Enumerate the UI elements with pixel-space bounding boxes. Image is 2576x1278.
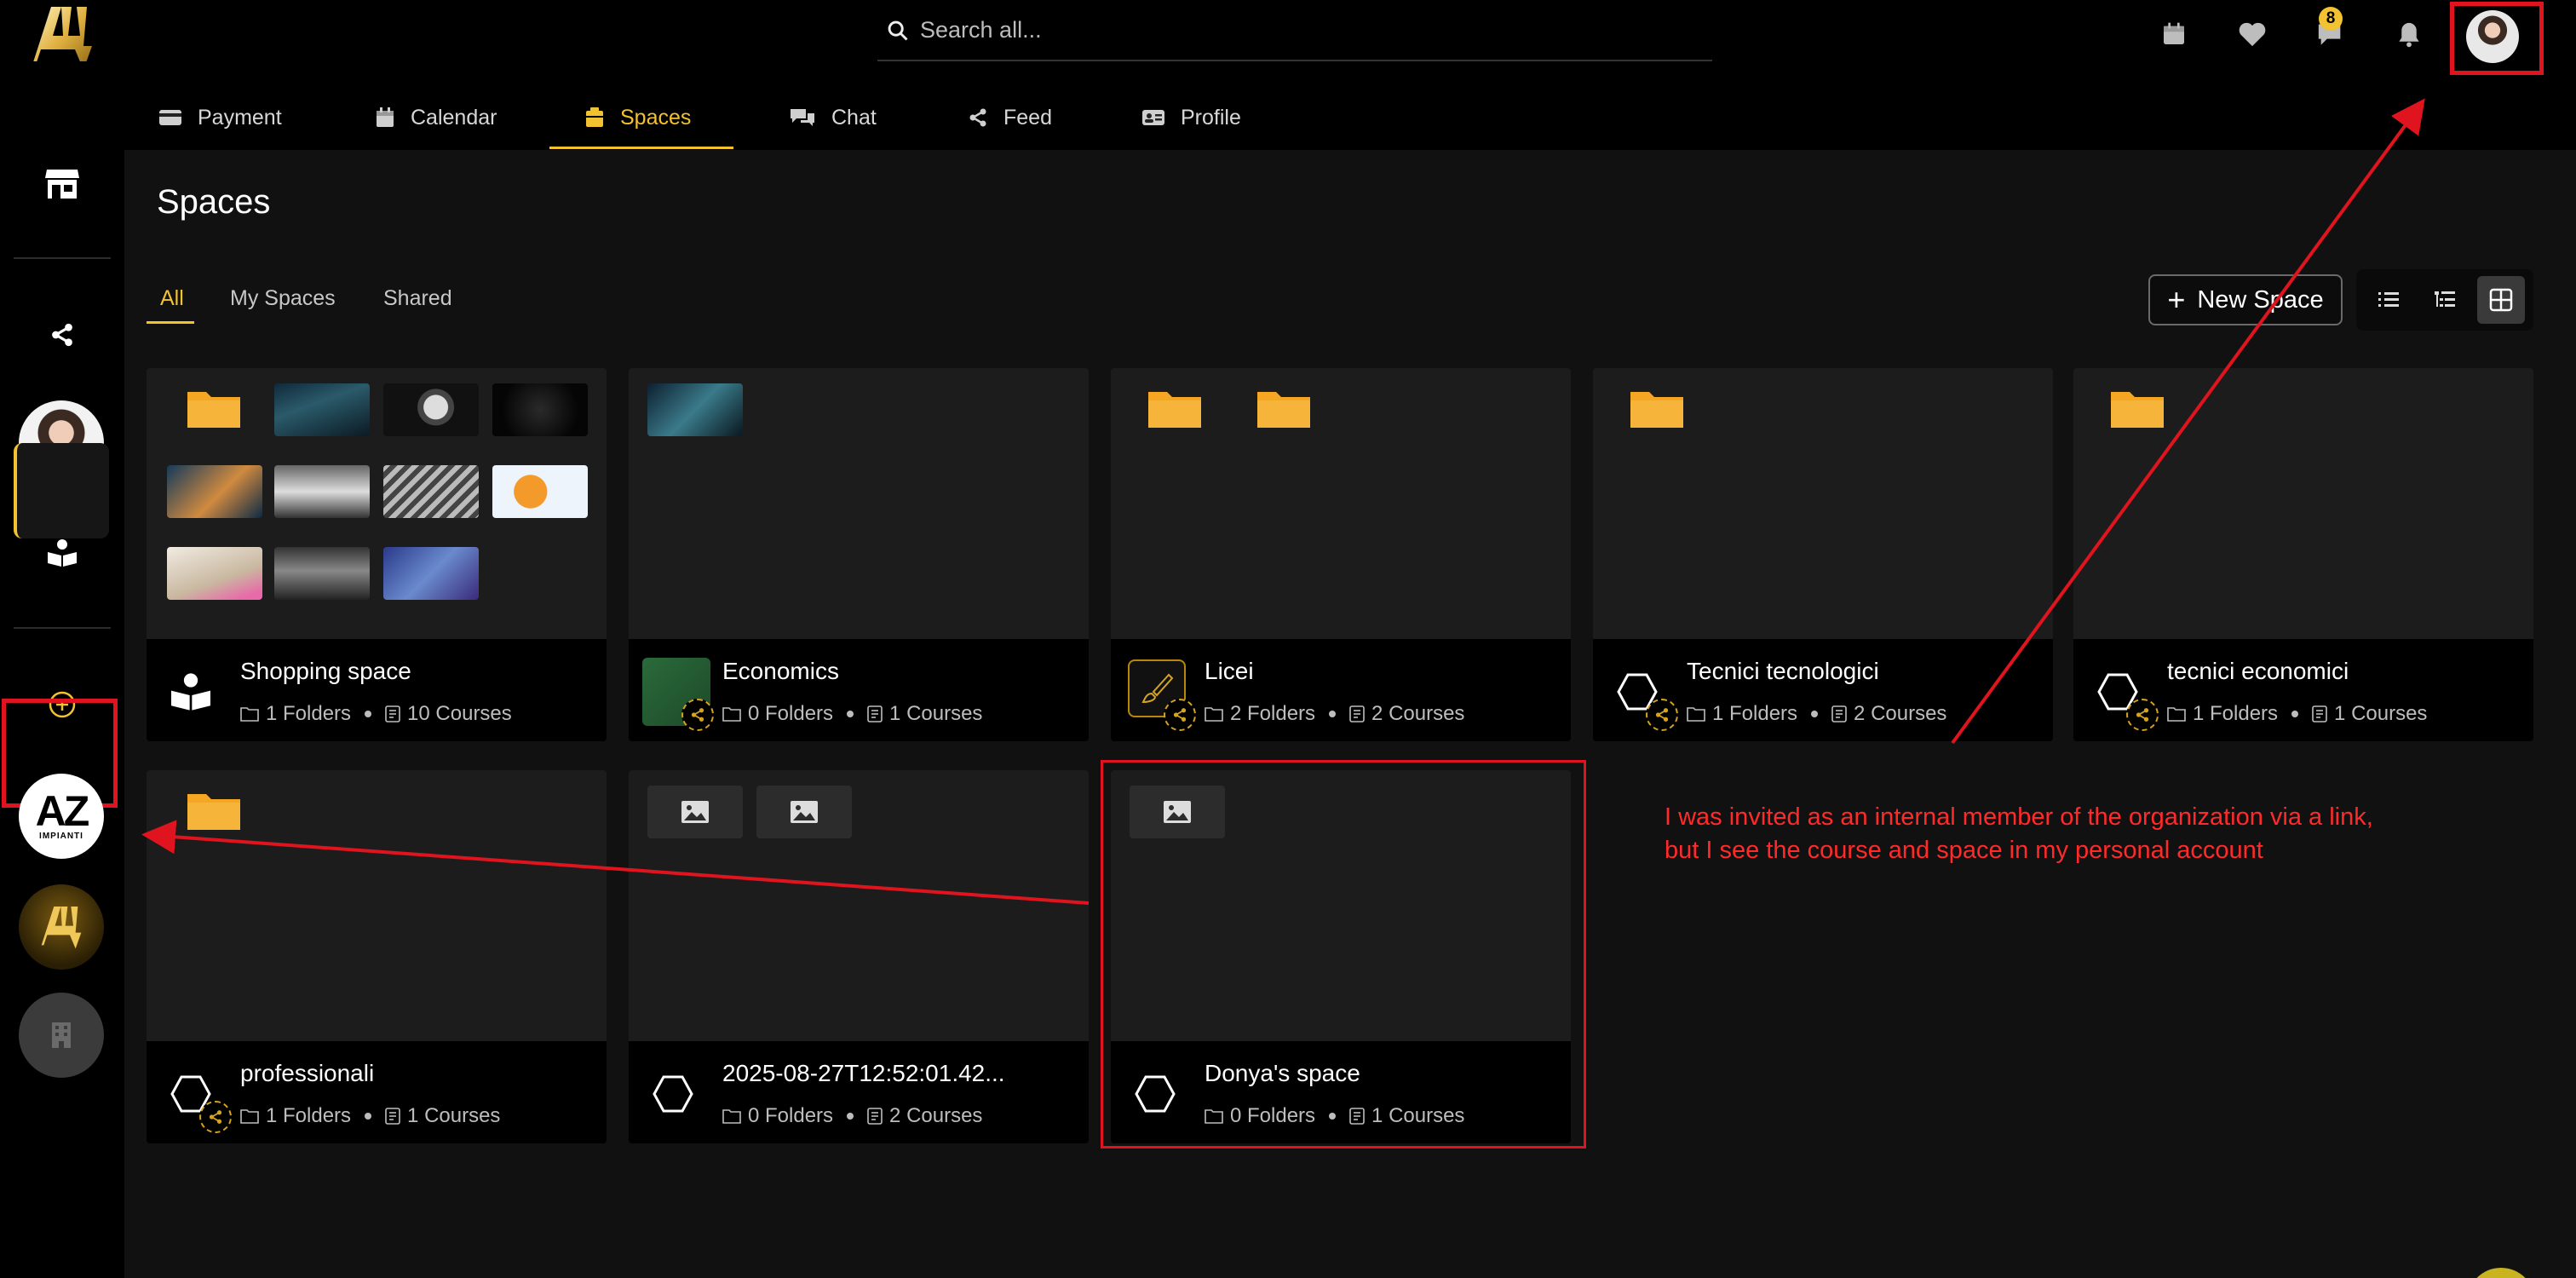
annotation-arrows: [141, 98, 2425, 905]
annotation-line: but I see the course and space in my per…: [1665, 837, 2263, 864]
arrow-to-avatar: [1951, 98, 2425, 745]
arrow-to-org: [141, 820, 1090, 905]
annotation-line: I was invited as an internal member of t…: [1665, 803, 2373, 831]
annotation-note: I was invited as an internal member of t…: [1665, 801, 2373, 867]
